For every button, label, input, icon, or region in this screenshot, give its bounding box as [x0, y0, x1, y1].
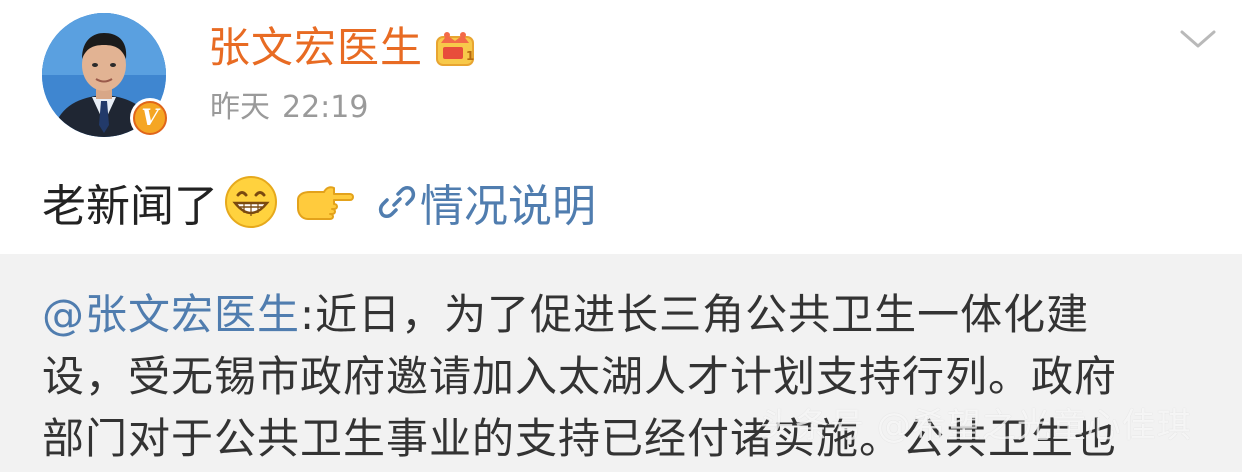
grin-emoji-icon	[225, 176, 277, 228]
info-link[interactable]: 情况说明	[378, 170, 596, 234]
post-body: 老新闻了	[42, 181, 218, 232]
timestamp: 昨天 22:19	[210, 86, 368, 130]
quoted-line-1: @张文宏医生:近日，为了促进长三角公共卫生一体化建	[42, 284, 1202, 346]
weibo-post-card: V 张文宏医生 1 昨天 22:19 老新闻了 情况说明 @张文宏医生:近日，为…	[0, 0, 1242, 472]
chevron-down-icon[interactable]	[1178, 24, 1218, 54]
author-name[interactable]: 张文宏医生	[208, 22, 423, 74]
quoted-line-1-text: :近日，为了促进长三角公共卫生一体化建	[300, 290, 1090, 339]
timestamp-day: 昨天	[210, 90, 270, 125]
verified-v-icon: V	[133, 101, 167, 135]
crown-level: 1	[466, 49, 474, 63]
watermark: 头条号 @希望之光童心佳琪	[760, 406, 1192, 446]
pointing-hand-icon	[297, 186, 354, 220]
quoted-line-2: 设，受无锡市政府邀请加入太湖人才计划支持行列。政府	[42, 352, 1118, 401]
author-row: 张文宏医生 1	[208, 22, 477, 74]
verified-badge: V	[130, 98, 170, 138]
link-icon	[378, 186, 416, 218]
quoted-post[interactable]: @张文宏医生:近日，为了促进长三角公共卫生一体化建 设，受无锡市政府邀请加入太湖…	[0, 254, 1242, 472]
quoted-mention[interactable]: @张文宏医生	[42, 290, 300, 339]
info-link-label: 情况说明	[420, 181, 596, 232]
timestamp-time: 22:19	[282, 90, 369, 125]
post-text: 老新闻了 情况说明	[42, 170, 596, 234]
crown-icon[interactable]: 1	[433, 27, 477, 69]
